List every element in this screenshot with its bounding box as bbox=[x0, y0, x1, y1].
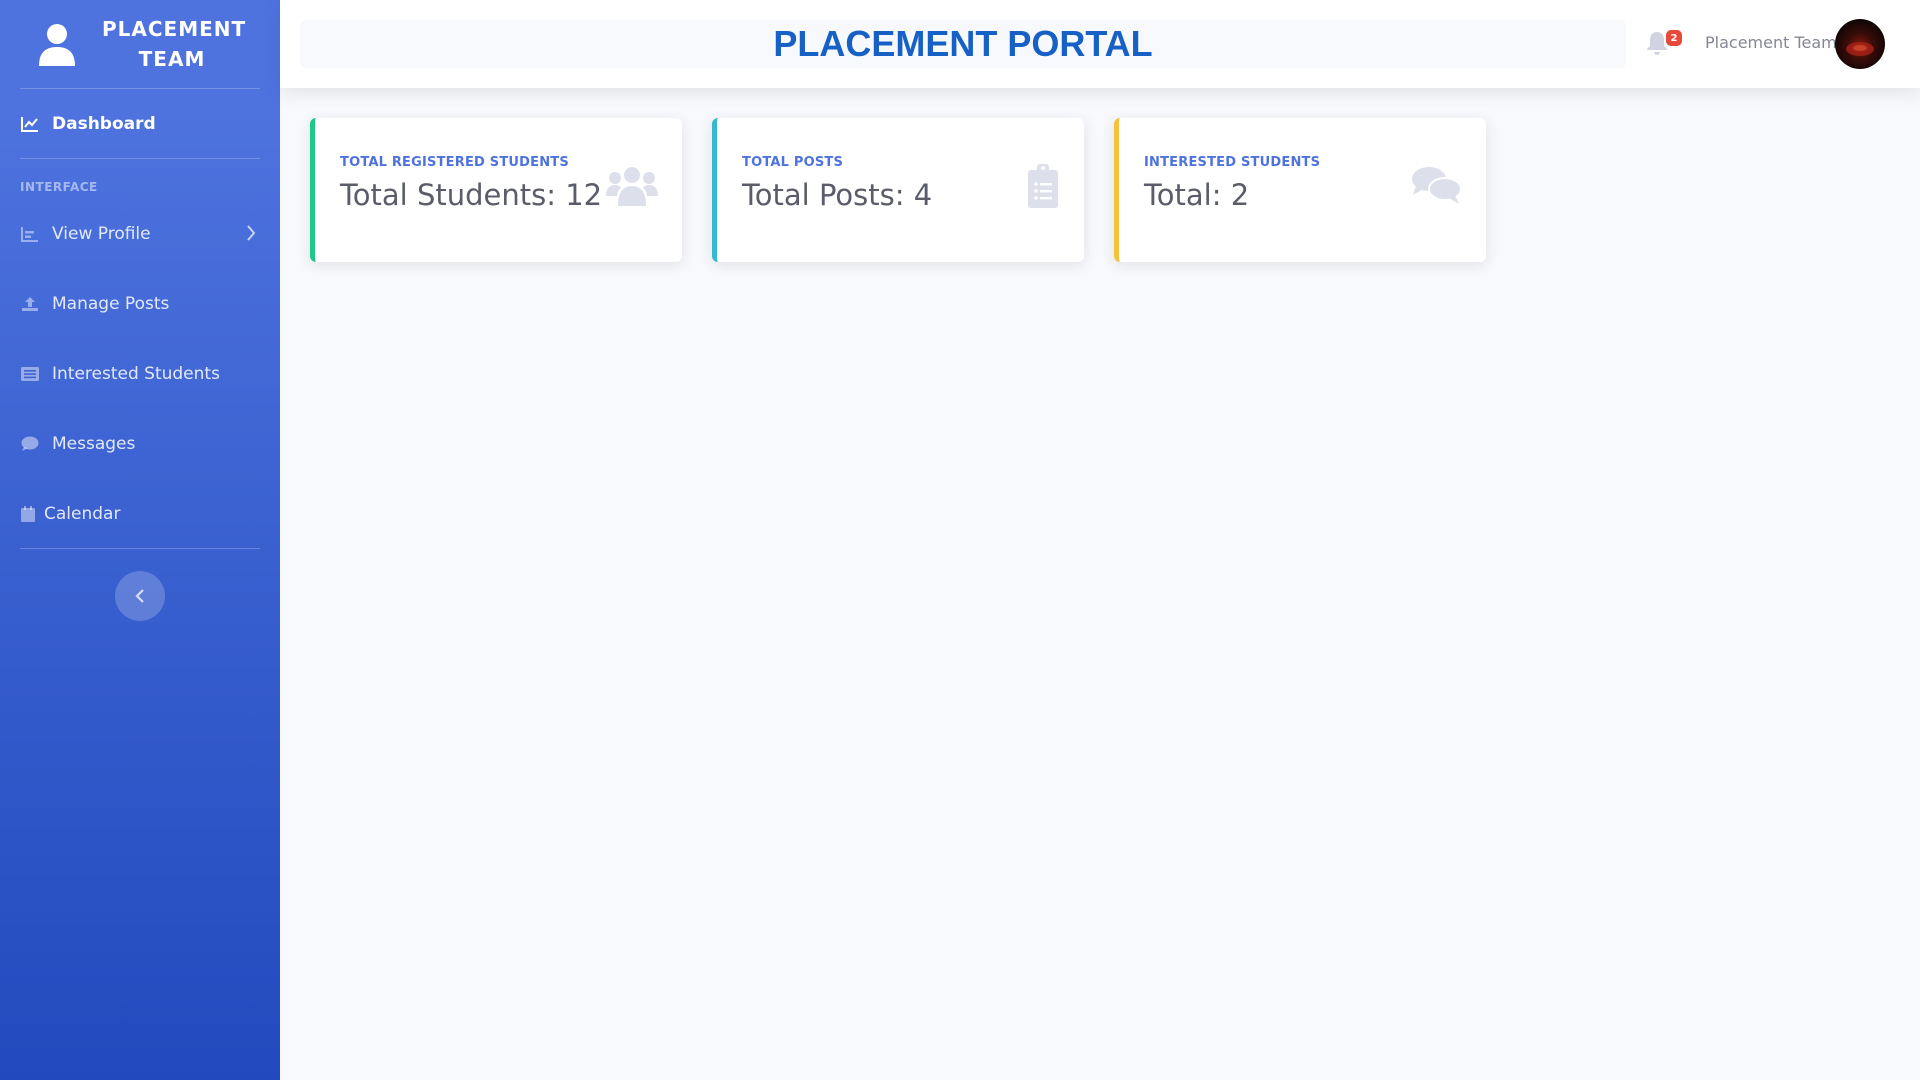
sidebar-divider bbox=[20, 88, 260, 89]
sidebar-item-manage-posts[interactable]: Manage Posts bbox=[0, 282, 280, 326]
sidebar-item-messages[interactable]: Messages bbox=[0, 422, 280, 466]
upload-icon bbox=[20, 294, 40, 314]
sidebar-item-label: Messages bbox=[52, 434, 136, 454]
stat-card-students: TOTAL REGISTERED STUDENTS Total Students… bbox=[310, 118, 682, 262]
avatar[interactable] bbox=[1835, 19, 1885, 69]
card-value: Total: 2 bbox=[1144, 178, 1250, 212]
card-label: INTERESTED STUDENTS bbox=[1144, 155, 1321, 170]
sidebar-item-view-profile[interactable]: View Profile bbox=[0, 212, 280, 256]
sidebar-item-calendar[interactable]: Calendar bbox=[0, 492, 280, 536]
sidebar-item-label: Dashboard bbox=[52, 114, 156, 134]
sidebar-brand[interactable]: PLACEMENT TEAM bbox=[0, 0, 280, 88]
card-value: Total Posts: 4 bbox=[742, 178, 933, 212]
sidebar-item-interested-students[interactable]: Interested Students bbox=[0, 352, 280, 396]
comments-icon bbox=[1412, 167, 1462, 204]
card-label: TOTAL POSTS bbox=[742, 155, 844, 170]
sidebar-item-label: Interested Students bbox=[52, 364, 220, 384]
user-icon bbox=[39, 24, 75, 66]
sidebar-item-label: View Profile bbox=[52, 224, 151, 244]
chevron-left-icon bbox=[135, 589, 144, 603]
bar-chart-icon bbox=[20, 224, 40, 244]
sidebar-heading: INTERFACE bbox=[20, 180, 98, 194]
chart-line-icon bbox=[20, 114, 40, 134]
comment-icon bbox=[20, 434, 40, 454]
page-title: PLACEMENT PORTAL bbox=[773, 23, 1153, 64]
list-icon bbox=[20, 364, 40, 384]
stat-card-interested: INTERESTED STUDENTS Total: 2 bbox=[1114, 118, 1486, 262]
clipboard-list-icon bbox=[1028, 164, 1058, 208]
sidebar-divider bbox=[20, 548, 260, 549]
brand-title: PLACEMENT TEAM bbox=[102, 17, 247, 71]
sidebar-item-label: Manage Posts bbox=[52, 294, 170, 314]
sidebar-item-label: Calendar bbox=[44, 504, 121, 524]
user-name[interactable]: Placement Team bbox=[1705, 33, 1837, 52]
notification-badge: 2 bbox=[1666, 30, 1682, 46]
title-box: PLACEMENT PORTAL bbox=[300, 20, 1626, 68]
sidebar-toggle-button[interactable] bbox=[115, 571, 165, 621]
card-label: TOTAL REGISTERED STUDENTS bbox=[340, 155, 569, 170]
sidebar: PLACEMENT TEAM Dashboard INTERFACE View … bbox=[0, 0, 280, 1080]
users-icon bbox=[606, 167, 658, 206]
card-value: Total Students: 12 bbox=[340, 178, 603, 212]
chevron-right-icon bbox=[246, 224, 256, 247]
sidebar-divider bbox=[20, 158, 260, 159]
calendar-icon bbox=[20, 504, 36, 524]
topbar: PLACEMENT PORTAL 2 Placement Team bbox=[280, 0, 1920, 88]
stat-card-posts: TOTAL POSTS Total Posts: 4 bbox=[712, 118, 1084, 262]
sidebar-item-dashboard[interactable]: Dashboard bbox=[0, 102, 280, 146]
